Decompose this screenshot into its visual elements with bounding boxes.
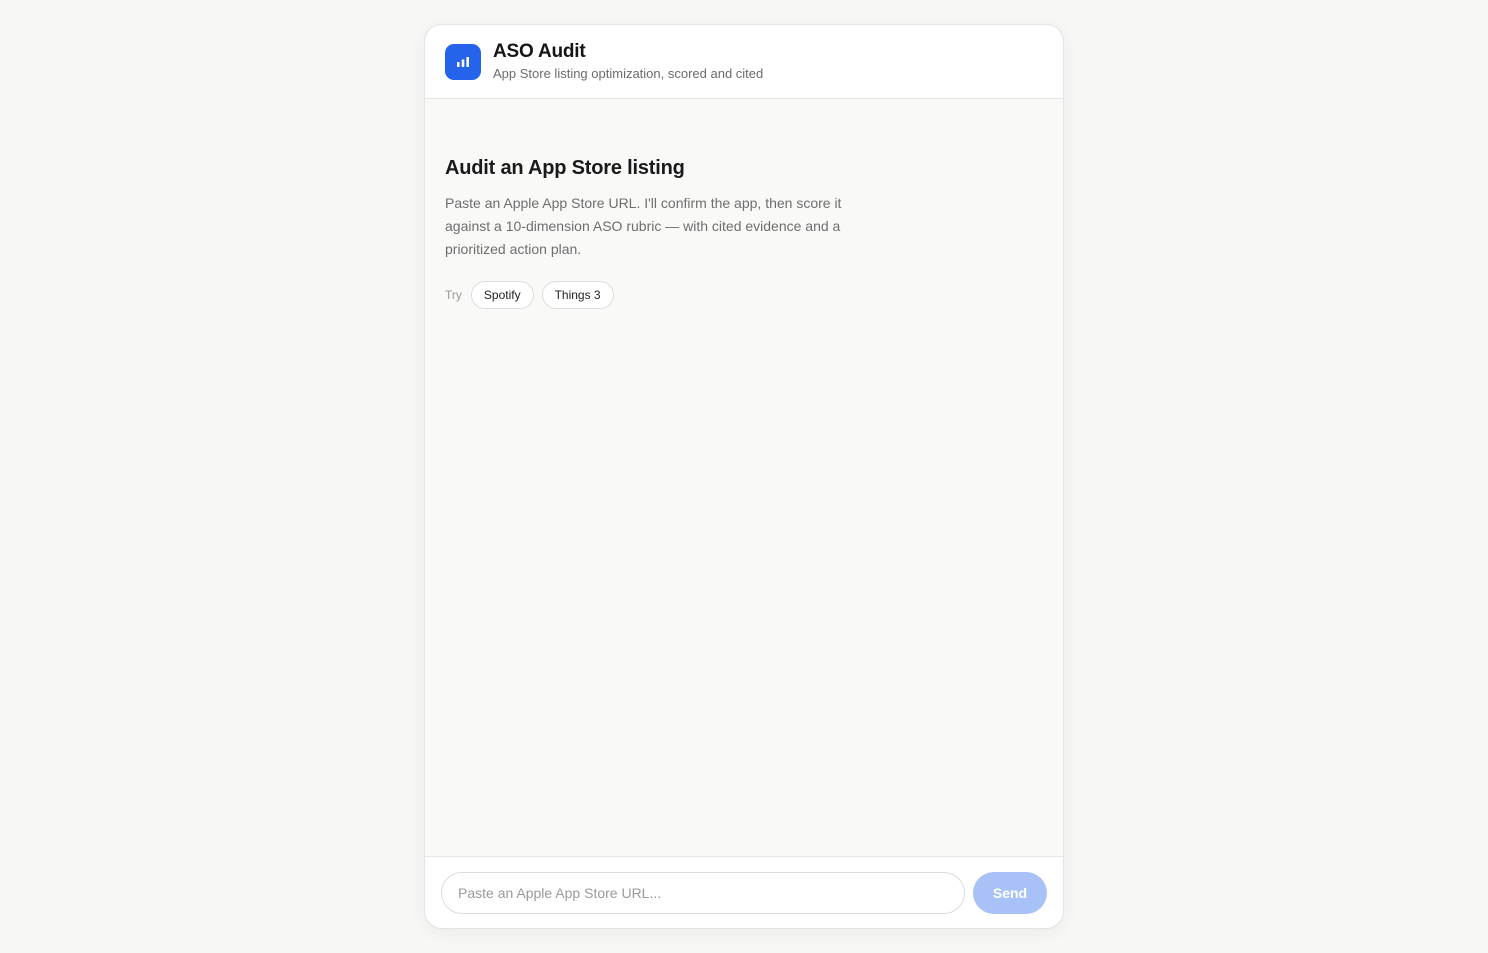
- intro-heading: Audit an App Store listing: [445, 157, 685, 179]
- composer: Send: [425, 856, 1063, 928]
- bar-chart-icon: [445, 43, 481, 80]
- conversation-area: Audit an App Store listing Paste an Appl…: [425, 99, 1063, 856]
- suggestion-chip-spotify[interactable]: Spotify: [470, 281, 534, 309]
- send-button[interactable]: Send: [973, 871, 1047, 914]
- app-subtitle: App Store listing optimization, scored a…: [493, 65, 764, 81]
- app-header: ASO Audit App Store listing optimization…: [425, 25, 1063, 99]
- intro-description: Paste an Apple App Store URL. I'll confi…: [445, 195, 842, 257]
- url-input[interactable]: [441, 871, 965, 914]
- chat-panel: ASO Audit App Store listing optimization…: [424, 24, 1064, 929]
- try-label: Try: [445, 288, 462, 302]
- suggestion-chip-things-3[interactable]: Things 3: [541, 281, 614, 309]
- header-text: ASO Audit App Store listing optimization…: [493, 41, 763, 83]
- app-title: ASO Audit: [493, 40, 586, 62]
- suggestions-row: Try Spotify Things 3: [445, 281, 1043, 309]
